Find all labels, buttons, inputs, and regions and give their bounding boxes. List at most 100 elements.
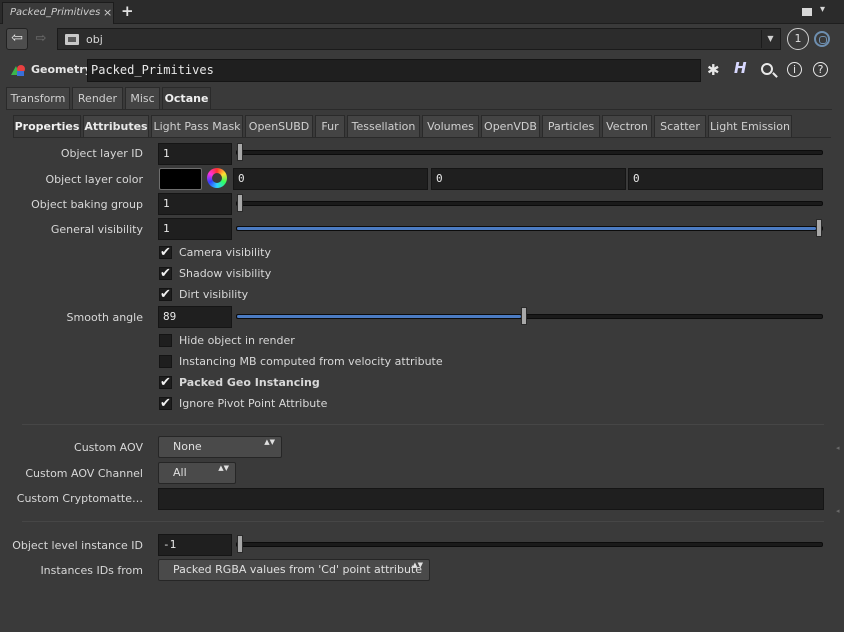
smooth-angle-slider[interactable] xyxy=(236,307,823,325)
subtab-volumes[interactable]: Volumes xyxy=(422,115,479,137)
slider-handle[interactable] xyxy=(237,194,243,212)
custom-aov-value: None xyxy=(173,440,202,453)
subtab-light-emission[interactable]: Light Emission xyxy=(708,115,792,137)
hide-object-label: Hide object in render xyxy=(179,334,295,347)
pane-link-icon[interactable] xyxy=(814,31,830,47)
object-baking-group-label: Object baking group xyxy=(31,198,143,211)
info-icon[interactable]: i xyxy=(787,62,802,77)
object-level-instance-id-input[interactable]: -1 xyxy=(158,534,232,556)
pane-resize-handle-icon[interactable]: ◂ xyxy=(836,507,840,515)
ignore-pivot-label: Ignore Pivot Point Attribute xyxy=(179,397,328,410)
document-tab-label: Packed_Primitives xyxy=(10,7,101,18)
custom-cryptomatte-label: Custom Cryptomatte… xyxy=(16,492,143,505)
general-visibility-input[interactable]: 1 xyxy=(158,218,232,240)
object-layer-id-label: Object layer ID xyxy=(60,147,143,160)
object-baking-group-slider[interactable] xyxy=(236,194,823,212)
object-level-instance-id-slider[interactable] xyxy=(236,535,823,553)
tab-render[interactable]: Render xyxy=(72,87,123,109)
geometry-node-icon xyxy=(11,65,25,76)
subtab-light-pass-mask[interactable]: Light Pass Mask xyxy=(151,115,243,137)
hide-object-checkbox[interactable] xyxy=(159,334,172,347)
slider-handle[interactable] xyxy=(237,143,243,161)
object-baking-group-input[interactable]: 1 xyxy=(158,193,232,215)
camera-visibility-checkbox[interactable]: ✔ xyxy=(159,246,172,259)
select-arrows-icon: ▲▼ xyxy=(218,464,229,472)
custom-aov-label: Custom AOV xyxy=(74,441,143,454)
object-layer-id-input[interactable]: 1 xyxy=(158,143,232,165)
slider-handle[interactable] xyxy=(237,535,243,553)
add-tab-icon[interactable]: + xyxy=(121,2,134,20)
custom-aov-select[interactable]: None ▲▼ xyxy=(158,436,282,458)
instancing-mb-label: Instancing MB computed from velocity att… xyxy=(179,355,443,368)
color-swatch[interactable] xyxy=(159,168,202,190)
smooth-angle-label: Smooth angle xyxy=(66,311,143,324)
instances-ids-from-select[interactable]: Packed RGBA values from 'Cd' point attri… xyxy=(158,559,430,581)
object-layer-color-label: Object layer color xyxy=(45,173,143,186)
tab-menu-icon[interactable] xyxy=(802,8,812,16)
search-icon[interactable] xyxy=(761,63,773,75)
general-visibility-slider[interactable] xyxy=(236,219,823,237)
object-layer-id-slider[interactable] xyxy=(236,143,823,161)
subtab-attributes[interactable]: Attributes xyxy=(83,115,149,137)
pane-resize-handle-icon[interactable]: ◂ xyxy=(836,444,840,452)
color-r-input[interactable]: 0 xyxy=(233,168,428,190)
dirt-visibility-checkbox[interactable]: ✔ xyxy=(159,288,172,301)
custom-aov-channel-select[interactable]: All ▲▼ xyxy=(158,462,236,484)
subtab-openvdb[interactable]: OpenVDB xyxy=(481,115,540,137)
general-visibility-label: General visibility xyxy=(50,223,143,236)
pane-number-button[interactable]: 1 xyxy=(787,28,809,50)
slider-handle[interactable] xyxy=(521,307,527,325)
slider-fill xyxy=(237,227,816,230)
slider-fill xyxy=(237,315,521,318)
section-divider xyxy=(22,521,824,522)
document-tab[interactable]: Packed_Primitives × xyxy=(2,2,114,24)
gear-icon[interactable]: ✱ xyxy=(707,61,720,79)
packed-geo-instancing-label: Packed Geo Instancing xyxy=(179,376,320,389)
smooth-angle-input[interactable]: 89 xyxy=(158,306,232,328)
color-g-input[interactable]: 0 xyxy=(431,168,626,190)
subtab-opensubd[interactable]: OpenSUBD xyxy=(245,115,313,137)
path-dropdown-icon[interactable]: ▼ xyxy=(761,30,779,48)
packed-geo-instancing-checkbox[interactable]: ✔ xyxy=(159,376,172,389)
instancing-mb-checkbox[interactable] xyxy=(159,355,172,368)
houdini-help-icon[interactable]: H xyxy=(734,59,747,77)
path-text: obj xyxy=(86,33,103,46)
dirt-visibility-label: Dirt visibility xyxy=(179,288,249,301)
camera-visibility-label: Camera visibility xyxy=(179,246,271,259)
tab-octane[interactable]: Octane xyxy=(162,87,211,110)
subtab-fur[interactable]: Fur xyxy=(315,115,345,137)
custom-aov-channel-label: Custom AOV Channel xyxy=(25,467,143,480)
slider-handle[interactable] xyxy=(816,219,822,237)
chevron-down-icon[interactable]: ▾ xyxy=(820,4,825,15)
node-name-input[interactable]: Packed_Primitives xyxy=(87,59,701,82)
main-tabs-divider xyxy=(6,109,832,110)
ignore-pivot-checkbox[interactable]: ✔ xyxy=(159,397,172,410)
instances-ids-from-label: Instances IDs from xyxy=(40,564,143,577)
object-level-instance-id-label: Object level instance ID xyxy=(12,539,143,552)
shadow-visibility-checkbox[interactable]: ✔ xyxy=(159,267,172,280)
close-tab-icon[interactable]: × xyxy=(103,6,112,19)
color-b-input[interactable]: 0 xyxy=(628,168,823,190)
color-wheel-icon[interactable] xyxy=(207,168,227,188)
sub-tabs-divider xyxy=(13,137,831,138)
select-arrows-icon: ▲▼ xyxy=(412,561,423,569)
tab-transform[interactable]: Transform xyxy=(6,87,70,109)
subtab-vectron[interactable]: Vectron xyxy=(602,115,652,137)
section-divider xyxy=(22,424,824,425)
tab-misc[interactable]: Misc xyxy=(125,87,160,109)
path-field[interactable]: obj ▼ xyxy=(57,28,781,50)
instances-ids-from-value: Packed RGBA values from 'Cd' point attri… xyxy=(173,563,422,576)
subtab-particles[interactable]: Particles xyxy=(542,115,600,137)
subtab-tessellation[interactable]: Tessellation xyxy=(347,115,420,137)
subtab-properties[interactable]: Properties xyxy=(13,115,81,138)
back-button[interactable]: ⇦ xyxy=(6,28,28,50)
custom-aov-channel-value: All xyxy=(173,466,187,479)
subtab-scatter[interactable]: Scatter xyxy=(654,115,706,137)
node-type-label: Geometry xyxy=(31,63,92,76)
network-icon xyxy=(65,34,79,45)
custom-cryptomatte-input[interactable] xyxy=(158,488,824,510)
select-arrows-icon: ▲▼ xyxy=(264,438,275,446)
forward-button[interactable]: ⇨ xyxy=(31,28,51,50)
question-icon[interactable]: ? xyxy=(813,62,828,77)
shadow-visibility-label: Shadow visibility xyxy=(179,267,272,280)
